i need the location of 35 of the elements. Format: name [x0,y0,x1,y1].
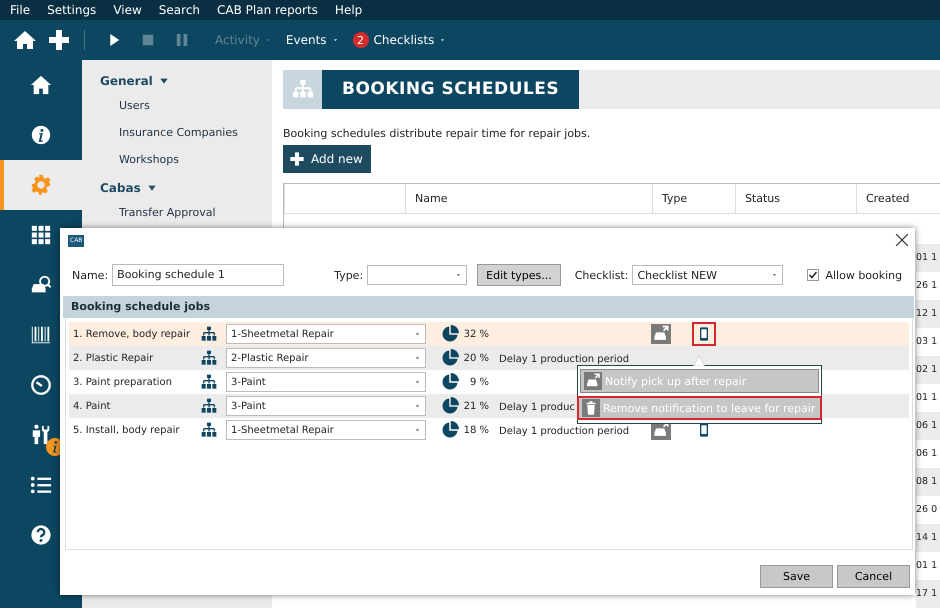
page-title: BOOKING SCHEDULES [322,70,580,109]
section-header: Booking schedule jobs [63,296,914,318]
column-header: Name [405,184,652,213]
page-description: Booking schedules distribute repair time for repair jobs. [283,127,592,140]
percent-value: 9 % [468,376,489,388]
table-cell: 02 1 [916,356,940,384]
job-label: 2. Plastic Repair [73,352,154,364]
table-cell: 08 1 [916,468,940,496]
column-header: Created [856,184,940,213]
table-cell: 17 1 [916,580,940,608]
table-cell: 14 1 [916,524,940,552]
column-header: Type [652,184,735,213]
field-label: Name: [72,268,108,282]
percent-value: 18 % [462,424,489,436]
checkbox-label: Allow booking [825,268,902,282]
job-label: 4. Paint [73,400,112,412]
group-title: General [100,74,153,88]
column-header: Status [734,184,856,213]
delay-text: Delay 1 production period [499,426,630,437]
menu-label: Events [286,33,327,47]
field-label: Type: [334,268,364,282]
percent-value: 20 % [462,352,489,364]
menu-label: Activity [215,33,260,47]
field-label: Checklist: [574,268,628,282]
count-badge: 2 [352,32,369,48]
delay-text: Delay 1 produc [499,402,575,413]
job-label: 1. Remove, body repair [73,328,191,340]
group-title: Cabas [100,181,141,195]
table-cell: 12 1 [916,300,940,328]
menu-label: Checklists [374,33,434,47]
delay-text: Delay 1 production period [499,354,630,365]
table-cell: 06 1 [916,412,940,440]
table-cell: 01 1 [916,244,940,272]
percent-value: 32 % [462,328,489,340]
percent-value: 21 % [462,400,489,412]
